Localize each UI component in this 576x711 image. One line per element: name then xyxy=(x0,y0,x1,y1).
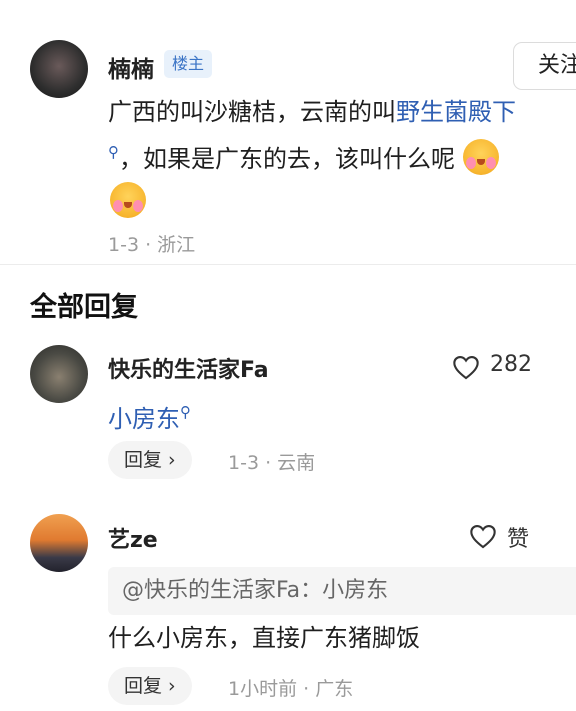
reply-button[interactable]: 回复 › xyxy=(108,441,192,479)
reply-avatar[interactable] xyxy=(30,345,88,403)
reply-text[interactable]: 小房东 xyxy=(108,405,180,433)
op-comment-text-2: ，如果是广东的去，该叫什么呢 xyxy=(119,145,455,173)
section-title: 全部回复 xyxy=(30,292,138,323)
like-count: 282 xyxy=(490,352,532,377)
reply-meta: 1小时前 · 广东 xyxy=(228,678,354,700)
heart-icon[interactable] xyxy=(469,523,497,549)
reply-text-link[interactable]: 小房东⚲ xyxy=(108,392,191,439)
reply-meta: 1-3 · 云南 xyxy=(228,452,316,474)
reply-avatar[interactable] xyxy=(30,514,88,572)
op-comment-text: 广西的叫沙糖桔，云南的叫 xyxy=(108,98,396,126)
reply-button[interactable]: 回复 › xyxy=(108,667,192,705)
search-link-icon[interactable]: ⚲ xyxy=(180,403,191,421)
op-comment-line1: 广西的叫沙糖桔，云南的叫野生菌殿下 xyxy=(108,92,516,132)
reply-username[interactable]: 艺ze xyxy=(108,522,158,554)
blushing-emoji-icon xyxy=(462,139,499,175)
heart-icon[interactable] xyxy=(452,354,480,380)
op-comment-link[interactable]: 野生菌殿下 xyxy=(396,98,516,126)
op-username[interactable]: 楠楠 xyxy=(108,50,154,84)
reply-username[interactable]: 快乐的生活家Fa xyxy=(108,352,269,384)
op-avatar[interactable] xyxy=(30,40,88,98)
op-badge: 楼主 xyxy=(164,50,213,78)
divider xyxy=(0,264,576,265)
search-link-icon[interactable]: ⚲ xyxy=(108,143,119,161)
reply-text: 什么小房东，直接广东猪脚饭 xyxy=(108,624,420,652)
follow-button[interactable]: 关注 xyxy=(513,42,576,90)
like-label[interactable]: 赞 xyxy=(507,521,529,553)
blushing-emoji-icon xyxy=(110,182,146,218)
op-comment-line2: ⚲，如果是广东的去，该叫什么呢 xyxy=(108,132,499,179)
op-meta: 1-3 · 浙江 xyxy=(108,234,196,256)
quoted-reply[interactable]: @快乐的生活家Fa：小房东 xyxy=(108,567,576,615)
